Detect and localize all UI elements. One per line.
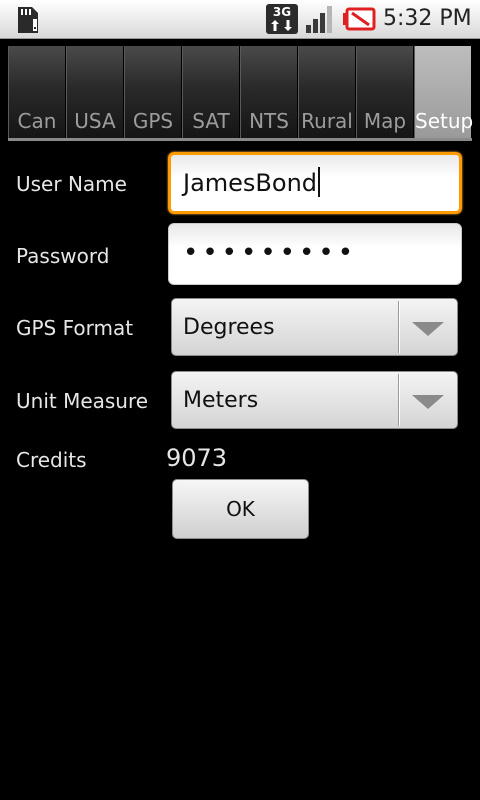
tab-label: GPS	[132, 109, 174, 133]
tab-nts[interactable]: NTS	[240, 46, 298, 138]
gps-format-value: Degrees	[183, 315, 275, 340]
network-label: 3G	[273, 5, 291, 19]
tab-label: Setup	[415, 109, 474, 133]
username-value: JamesBond	[183, 169, 318, 197]
status-bar: 3G 5:32 PM	[0, 0, 480, 39]
tab-label: Map	[363, 109, 407, 133]
tab-bar: Can USA GPS SAT NTS Rural Map Setup	[8, 46, 474, 141]
dropdown-divider	[398, 301, 399, 353]
password-field[interactable]: •••••••••	[168, 223, 462, 285]
gps-format-dropdown[interactable]: Degrees	[171, 298, 458, 356]
unit-measure-dropdown[interactable]: Meters	[171, 371, 458, 429]
credits-label: Credits	[16, 448, 87, 472]
password-mask: •••••••••	[183, 238, 358, 268]
sd-card-icon	[18, 7, 38, 33]
tab-rural[interactable]: Rural	[298, 46, 356, 138]
tab-can[interactable]: Can	[8, 46, 66, 138]
tab-label: Rural	[301, 109, 353, 133]
tab-map[interactable]: Map	[356, 46, 414, 138]
dropdown-divider	[398, 374, 399, 426]
text-cursor	[318, 167, 321, 197]
dropdown-arrow-icon	[412, 395, 444, 409]
tab-gps[interactable]: GPS	[124, 46, 182, 138]
status-time: 5:32 PM	[383, 6, 472, 31]
tab-label: NTS	[249, 109, 289, 133]
gps-format-label: GPS Format	[16, 316, 134, 340]
dropdown-arrow-icon	[412, 322, 444, 336]
signal-icon	[306, 6, 332, 33]
tab-setup[interactable]: Setup	[414, 46, 474, 138]
tab-usa[interactable]: USA	[66, 46, 124, 138]
tab-label: SAT	[192, 109, 230, 133]
unit-measure-value: Meters	[183, 388, 259, 413]
username-field[interactable]: JamesBond	[168, 152, 462, 214]
unit-measure-label: Unit Measure	[16, 389, 149, 413]
battery-icon	[343, 7, 376, 31]
username-label: User Name	[16, 172, 127, 196]
ok-button[interactable]: OK	[172, 479, 309, 539]
tab-sat[interactable]: SAT	[182, 46, 240, 138]
credits-value: 9073	[166, 444, 228, 472]
network-3g-icon: 3G	[266, 4, 298, 34]
tab-label: USA	[74, 109, 116, 133]
password-label: Password	[16, 244, 110, 268]
tab-label: Can	[17, 109, 57, 133]
